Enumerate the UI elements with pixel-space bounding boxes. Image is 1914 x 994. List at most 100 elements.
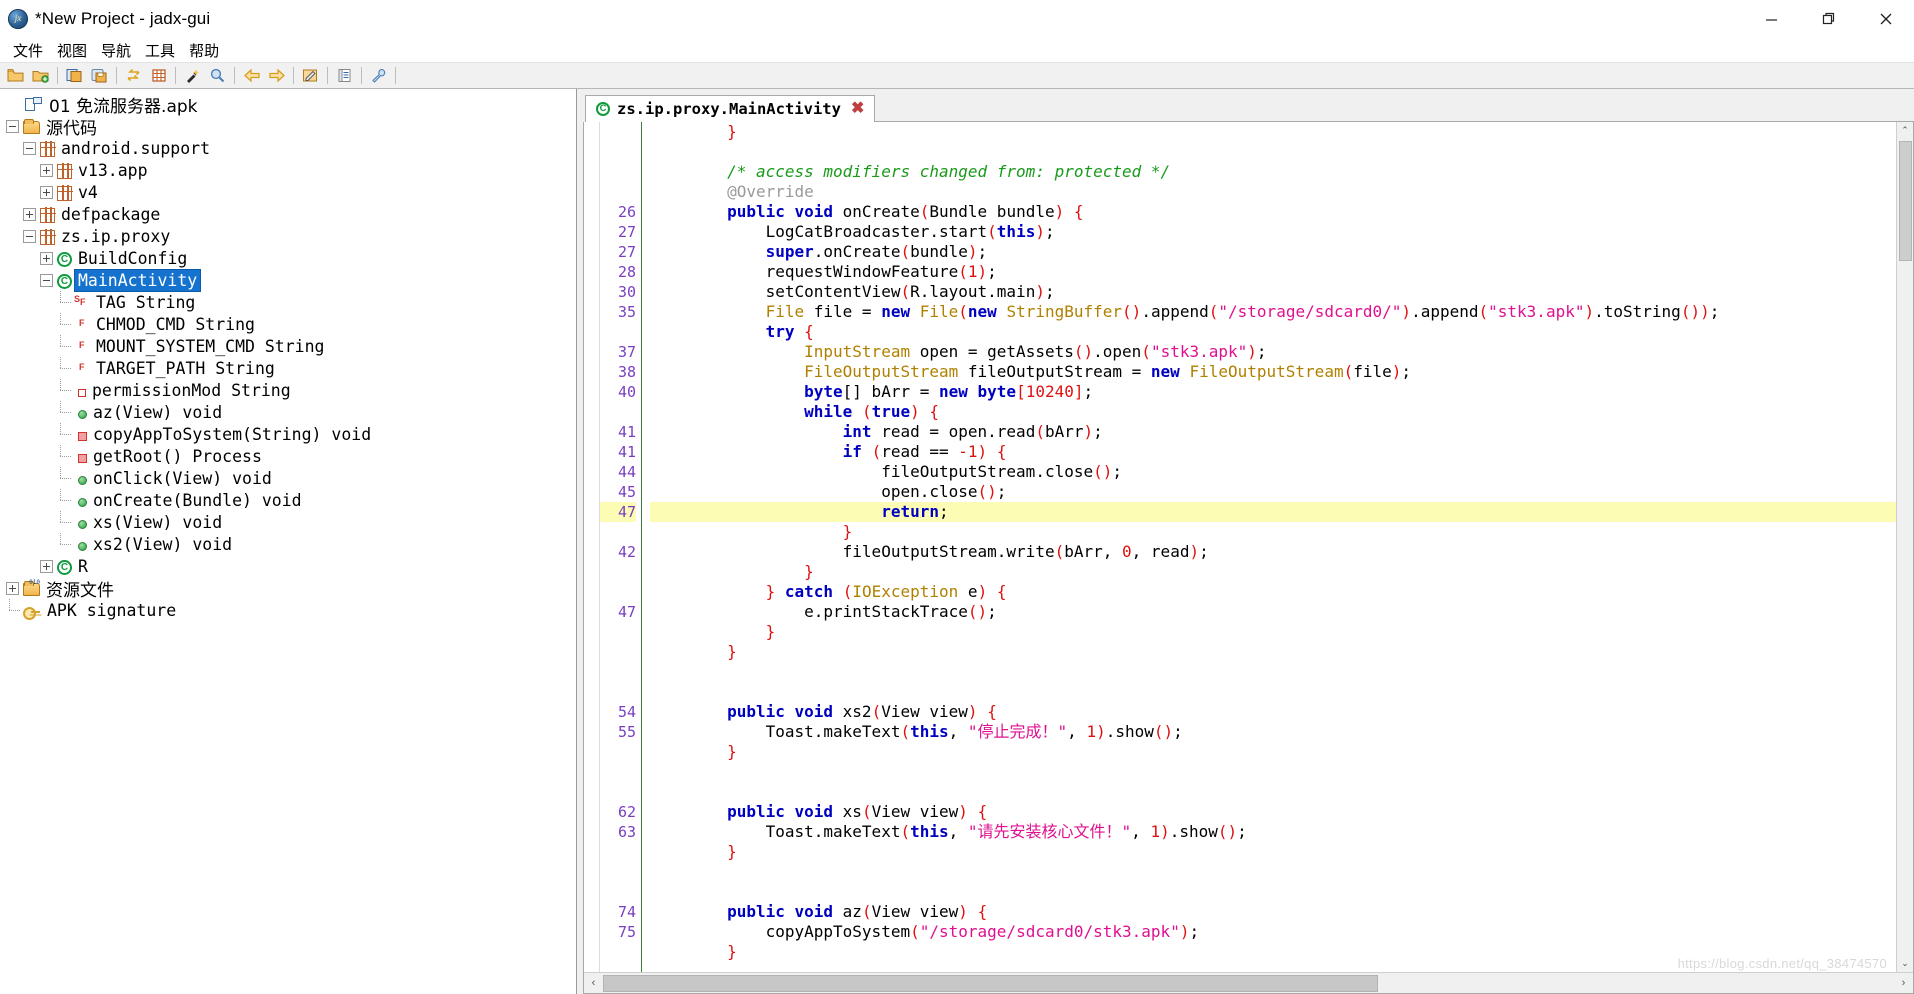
menu-view[interactable]: 视图: [50, 38, 94, 63]
search-text-icon[interactable]: [180, 64, 205, 88]
code-line[interactable]: fileOutputStream.close();: [650, 462, 1913, 482]
code-line[interactable]: while (true) {: [650, 402, 1913, 422]
code-line[interactable]: InputStream open = getAssets().open("stk…: [650, 342, 1913, 362]
code-line[interactable]: byte[] bArr = new byte[10240];: [650, 382, 1913, 402]
code-line[interactable]: [650, 762, 1913, 782]
horizontal-scroll-track[interactable]: [603, 974, 1894, 993]
tree-node[interactable]: 01 免流服务器.apk: [0, 93, 576, 117]
open-project-icon[interactable]: [28, 64, 53, 88]
code-line[interactable]: }: [650, 122, 1913, 142]
code-line[interactable]: [650, 882, 1913, 902]
code-text[interactable]: } /* access modifiers changed from: prot…: [642, 122, 1913, 972]
preferences-icon[interactable]: [366, 64, 391, 88]
tree-node[interactable]: v13.app: [0, 159, 576, 181]
collapse-toggle-icon[interactable]: [23, 229, 36, 243]
menu-navigation[interactable]: 导航: [94, 38, 138, 63]
tree-node[interactable]: R: [0, 555, 576, 577]
code-line[interactable]: return;: [650, 502, 1913, 522]
code-line[interactable]: [650, 862, 1913, 882]
code-line[interactable]: [650, 682, 1913, 702]
tree-node[interactable]: APK signature: [0, 599, 576, 621]
tree-node[interactable]: v4: [0, 181, 576, 203]
tree-node[interactable]: BuildConfig: [0, 247, 576, 269]
expand-toggle-icon[interactable]: [23, 207, 36, 221]
tree-node[interactable]: copyAppToSystem(String) void: [0, 423, 576, 445]
collapse-toggle-icon[interactable]: [23, 141, 36, 155]
search-class-icon[interactable]: [205, 64, 230, 88]
tab-close-icon[interactable]: ✖: [851, 101, 864, 117]
code-line[interactable]: try {: [650, 322, 1913, 342]
code-line[interactable]: setContentView(R.layout.main);: [650, 282, 1913, 302]
sync-icon[interactable]: [121, 64, 146, 88]
menu-file[interactable]: 文件: [6, 38, 50, 63]
export-gradle-icon[interactable]: [87, 64, 112, 88]
tree-node[interactable]: az(View) void: [0, 401, 576, 423]
code-line[interactable]: }: [650, 522, 1913, 542]
log-viewer-icon[interactable]: [332, 64, 357, 88]
expand-toggle-icon[interactable]: [40, 251, 53, 265]
code-line[interactable]: requestWindowFeature(1);: [650, 262, 1913, 282]
menu-help[interactable]: 帮助: [182, 38, 226, 63]
scroll-left-arrow-icon[interactable]: ‹: [584, 974, 603, 993]
collapse-toggle-icon[interactable]: [40, 273, 53, 287]
code-line[interactable]: /* access modifiers changed from: protec…: [650, 162, 1913, 182]
code-line[interactable]: fileOutputStream.write(bArr, 0, read);: [650, 542, 1913, 562]
code-line[interactable]: public void az(View view) {: [650, 902, 1913, 922]
tree-node[interactable]: defpackage: [0, 203, 576, 225]
tree-node[interactable]: MOUNT_SYSTEM_CMD String: [0, 335, 576, 357]
code-line[interactable]: [650, 142, 1913, 162]
horizontal-scrollbar[interactable]: ‹ ›: [584, 972, 1913, 993]
code-line[interactable]: LogCatBroadcaster.start(this);: [650, 222, 1913, 242]
minimize-button[interactable]: [1743, 0, 1800, 38]
expand-toggle-icon[interactable]: [40, 559, 53, 573]
vertical-scroll-thumb[interactable]: [1898, 141, 1912, 261]
code-line[interactable]: File file = new File(new StringBuffer().…: [650, 302, 1913, 322]
code-line[interactable]: [650, 662, 1913, 682]
code-line[interactable]: }: [650, 842, 1913, 862]
code-line[interactable]: }: [650, 622, 1913, 642]
code-line[interactable]: public void xs2(View view) {: [650, 702, 1913, 722]
flatten-packages-icon[interactable]: [146, 64, 171, 88]
code-line[interactable]: }: [650, 642, 1913, 662]
code-line[interactable]: [650, 962, 1913, 972]
collapse-toggle-icon[interactable]: [6, 119, 19, 133]
tree-node[interactable]: 源代码: [0, 115, 576, 139]
code-line[interactable]: open.close();: [650, 482, 1913, 502]
tree-node[interactable]: CHMOD_CMD String: [0, 313, 576, 335]
save-all-icon[interactable]: [62, 64, 87, 88]
code-line[interactable]: e.printStackTrace();: [650, 602, 1913, 622]
tab-mainactivity[interactable]: zs.ip.proxy.MainActivity ✖: [585, 95, 876, 122]
tree-node[interactable]: TARGET_PATH String: [0, 357, 576, 379]
tree-node[interactable]: onCreate(Bundle) void: [0, 489, 576, 511]
code-line[interactable]: }: [650, 942, 1913, 962]
tree-node[interactable]: TAG String: [0, 291, 576, 313]
code-line[interactable]: [650, 782, 1913, 802]
tree-node[interactable]: xs2(View) void: [0, 533, 576, 555]
code-line[interactable]: }: [650, 742, 1913, 762]
code-line[interactable]: } catch (IOException e) {: [650, 582, 1913, 602]
code-line[interactable]: if (read == -1) {: [650, 442, 1913, 462]
expand-toggle-icon[interactable]: [40, 185, 53, 199]
code-line[interactable]: public void xs(View view) {: [650, 802, 1913, 822]
code-line[interactable]: public void onCreate(Bundle bundle) {: [650, 202, 1913, 222]
maximize-button[interactable]: [1800, 0, 1857, 38]
code-line[interactable]: FileOutputStream fileOutputStream = new …: [650, 362, 1913, 382]
code-line[interactable]: int read = open.read(bArr);: [650, 422, 1913, 442]
expand-toggle-icon[interactable]: [40, 163, 53, 177]
tree-node[interactable]: MainActivity: [0, 268, 576, 292]
code-folding-strip[interactable]: [584, 122, 600, 972]
tree-node[interactable]: permissionMod String: [0, 379, 576, 401]
project-tree-panel[interactable]: 01 免流服务器.apk 源代码 android.support v13.app v4 d…: [0, 89, 577, 994]
tree-node[interactable]: onClick(View) void: [0, 467, 576, 489]
tree-node[interactable]: 资源文件: [0, 577, 576, 601]
scroll-right-arrow-icon[interactable]: ›: [1894, 974, 1913, 993]
menu-tools[interactable]: 工具: [138, 38, 182, 63]
open-file-icon[interactable]: [3, 64, 28, 88]
vertical-scrollbar[interactable]: ⌃ ⌄: [1896, 122, 1913, 972]
scroll-down-arrow-icon[interactable]: ⌄: [1897, 955, 1914, 972]
navigate-forward-icon[interactable]: [264, 64, 289, 88]
expand-toggle-icon[interactable]: [6, 581, 19, 595]
tree-node[interactable]: xs(View) void: [0, 511, 576, 533]
navigate-back-icon[interactable]: [239, 64, 264, 88]
code-line[interactable]: copyAppToSystem("/storage/sdcard0/stk3.a…: [650, 922, 1913, 942]
